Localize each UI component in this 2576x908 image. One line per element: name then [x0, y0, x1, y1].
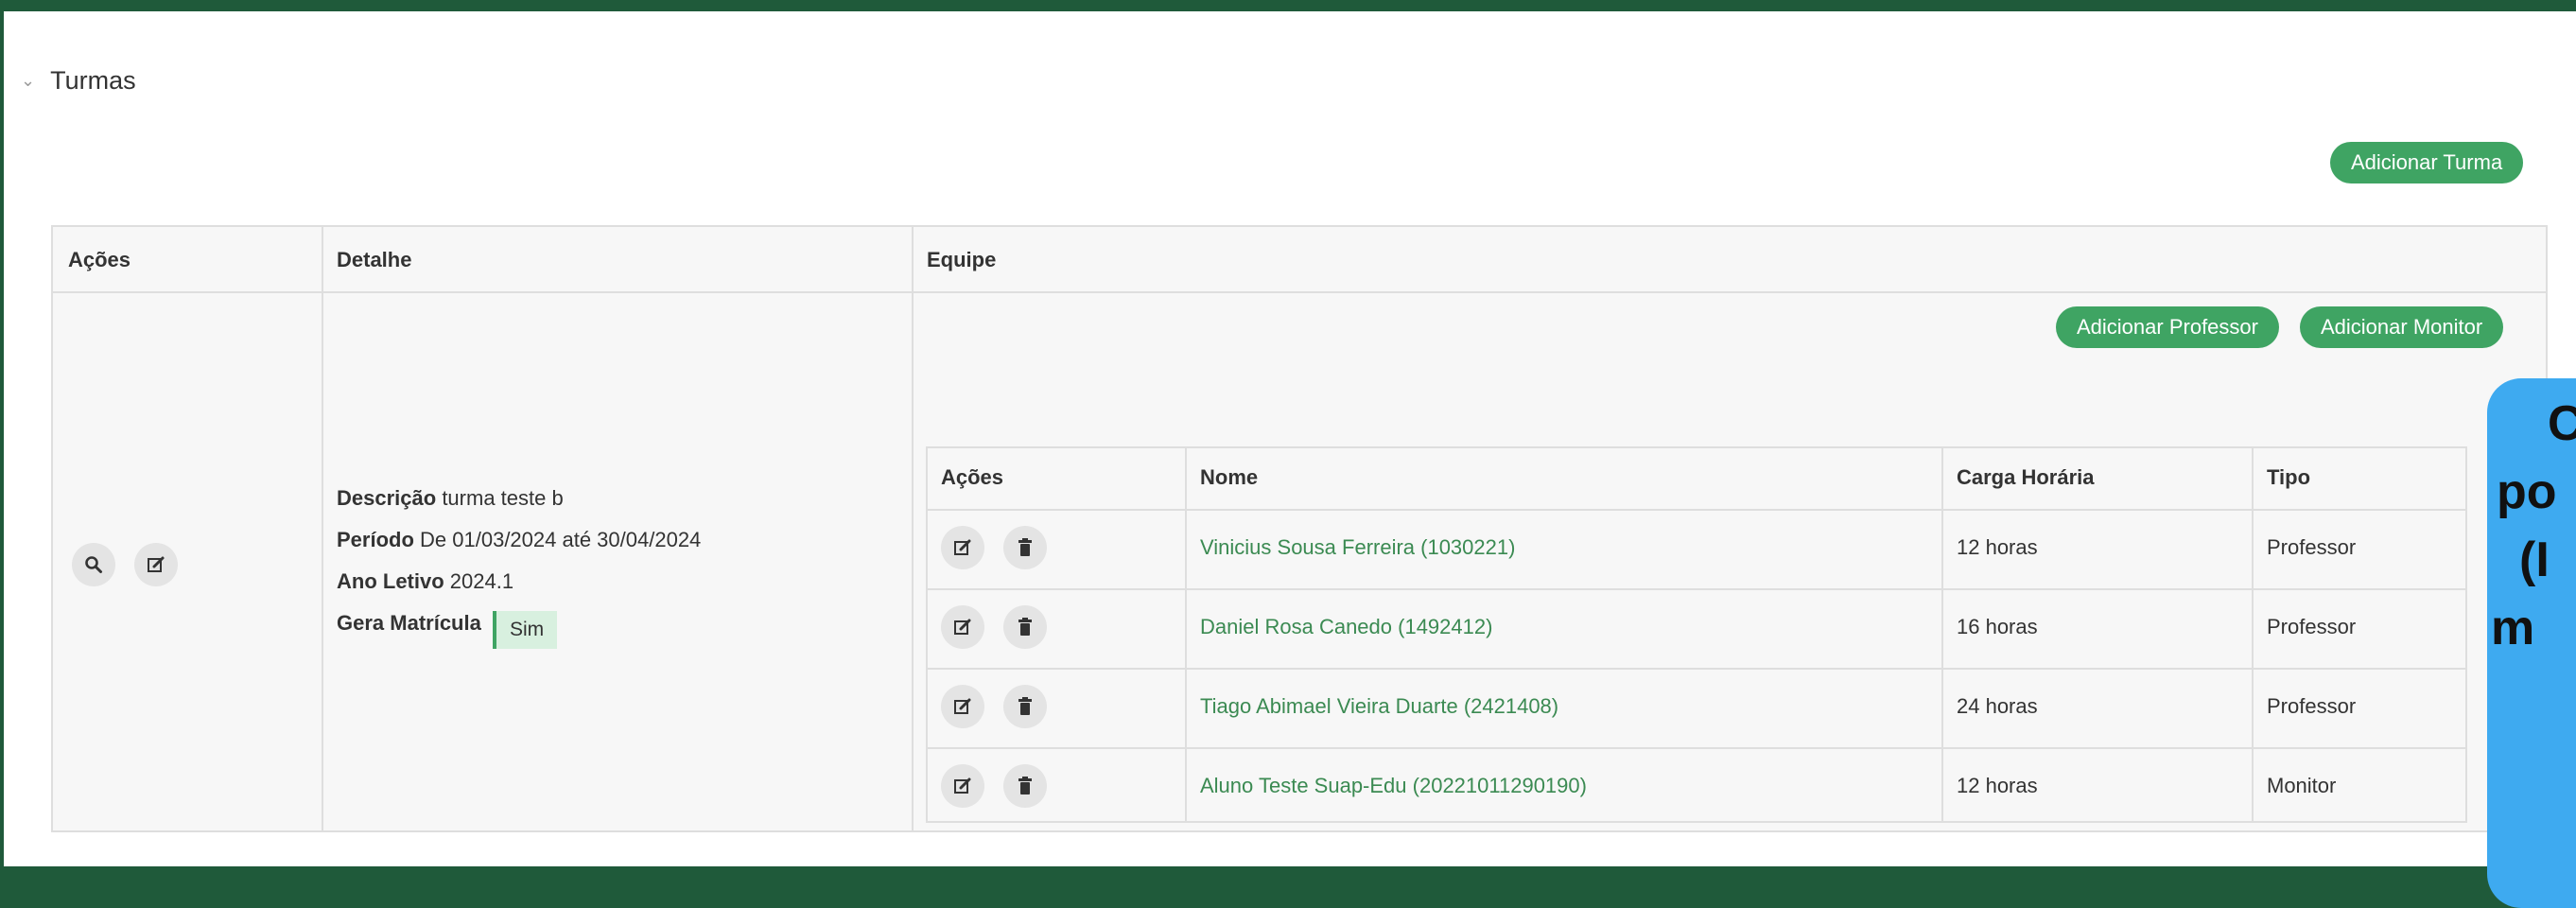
- callout-line: C: [2548, 396, 2576, 451]
- add-turma-button[interactable]: Adicionar Turma: [2330, 142, 2524, 183]
- trash-icon: [1018, 697, 1032, 715]
- delete-member-button[interactable]: [1003, 764, 1047, 808]
- edit-icon: [954, 698, 971, 714]
- member-name-link[interactable]: Aluno Teste Suap-Edu (20221011290190): [1200, 774, 1587, 798]
- callout-line: po: [2497, 464, 2557, 519]
- section-header[interactable]: ⌄ Turmas: [21, 66, 136, 96]
- edit-member-button[interactable]: [941, 526, 984, 569]
- member-tipo: Professor: [2267, 535, 2357, 559]
- descricao-value: turma teste b: [442, 486, 564, 510]
- member-carga: 12 horas: [1957, 535, 2038, 559]
- detail-periodo: Período De 01/03/2024 até 30/04/2024: [337, 528, 701, 552]
- add-professor-button[interactable]: Adicionar Professor: [2056, 306, 2279, 348]
- equipe-table: Ações Nome Carga Horária Tipo Vinicius S…: [926, 446, 2467, 823]
- member-carga: 12 horas: [1957, 774, 2038, 797]
- edit-turma-button[interactable]: [134, 543, 178, 586]
- page-frame: ⌄ Turmas Adicionar Turma Ações Detalhe E…: [4, 11, 2576, 866]
- edit-icon: [954, 619, 971, 635]
- equipe-header-tipo: Tipo: [2267, 465, 2311, 489]
- edit-icon: [954, 777, 971, 794]
- trash-icon: [1018, 777, 1032, 794]
- chevron-down-icon[interactable]: ⌄: [21, 71, 35, 91]
- ano-letivo-value: 2024.1: [449, 569, 514, 593]
- periodo-value: De 01/03/2024 até 30/04/2024: [420, 528, 702, 551]
- column-divider: [912, 227, 914, 830]
- header-acoes: Ações: [68, 248, 131, 271]
- section-title: Turmas: [50, 66, 136, 95]
- member-tipo: Professor: [2267, 694, 2357, 718]
- edit-icon: [954, 539, 971, 555]
- periodo-label: Período: [337, 528, 414, 551]
- delete-member-button[interactable]: [1003, 605, 1047, 649]
- column-divider: [322, 227, 323, 830]
- table-row: [928, 588, 2465, 670]
- descricao-label: Descrição: [337, 486, 437, 510]
- callout-overlay: C po (I m: [2487, 378, 2576, 908]
- edit-member-button[interactable]: [941, 685, 984, 728]
- callout-line: m: [2491, 601, 2535, 655]
- equipe-header-acoes: Ações: [941, 465, 1004, 489]
- delete-member-button[interactable]: [1003, 526, 1047, 569]
- table-header-row: [53, 227, 2546, 293]
- view-turma-button[interactable]: [72, 543, 115, 586]
- trash-icon: [1018, 618, 1032, 636]
- equipe-header-carga: Carga Horária: [1957, 465, 2095, 489]
- gera-matricula-label: Gera Matrícula: [337, 611, 481, 635]
- table-row: [928, 668, 2465, 749]
- callout-line: (I: [2519, 533, 2550, 587]
- edit-member-button[interactable]: [941, 605, 984, 649]
- table-row: [928, 509, 2465, 590]
- header-equipe: Equipe: [927, 248, 997, 271]
- member-name-link[interactable]: Tiago Abimael Vieira Duarte (2421408): [1200, 694, 1558, 719]
- trash-icon: [1018, 538, 1032, 556]
- member-tipo: Monitor: [2267, 774, 2337, 797]
- search-icon: [85, 556, 102, 573]
- equipe-header-nome: Nome: [1200, 465, 1259, 489]
- edit-icon: [148, 556, 165, 572]
- ano-letivo-label: Ano Letivo: [337, 569, 444, 593]
- column-divider: [1941, 448, 1943, 821]
- member-name-link[interactable]: Vinicius Sousa Ferreira (1030221): [1200, 535, 1515, 560]
- member-carga: 16 horas: [1957, 615, 2038, 638]
- member-tipo: Professor: [2267, 615, 2357, 638]
- status-badge: Sim: [492, 611, 558, 649]
- equipe-header-row: [928, 448, 2465, 511]
- column-divider: [1185, 448, 1187, 821]
- detail-ano-letivo: Ano Letivo 2024.1: [337, 569, 513, 594]
- edit-member-button[interactable]: [941, 764, 984, 808]
- member-carga: 24 horas: [1957, 694, 2038, 718]
- column-divider: [2252, 448, 2254, 821]
- detail-gera-matricula: Gera Matrícula Sim: [337, 611, 558, 649]
- add-monitor-button[interactable]: Adicionar Monitor: [2300, 306, 2504, 348]
- detail-descricao: Descrição turma teste b: [337, 486, 564, 511]
- header-detalhe: Detalhe: [337, 248, 412, 271]
- delete-member-button[interactable]: [1003, 685, 1047, 728]
- member-name-link[interactable]: Daniel Rosa Canedo (1492412): [1200, 615, 1492, 639]
